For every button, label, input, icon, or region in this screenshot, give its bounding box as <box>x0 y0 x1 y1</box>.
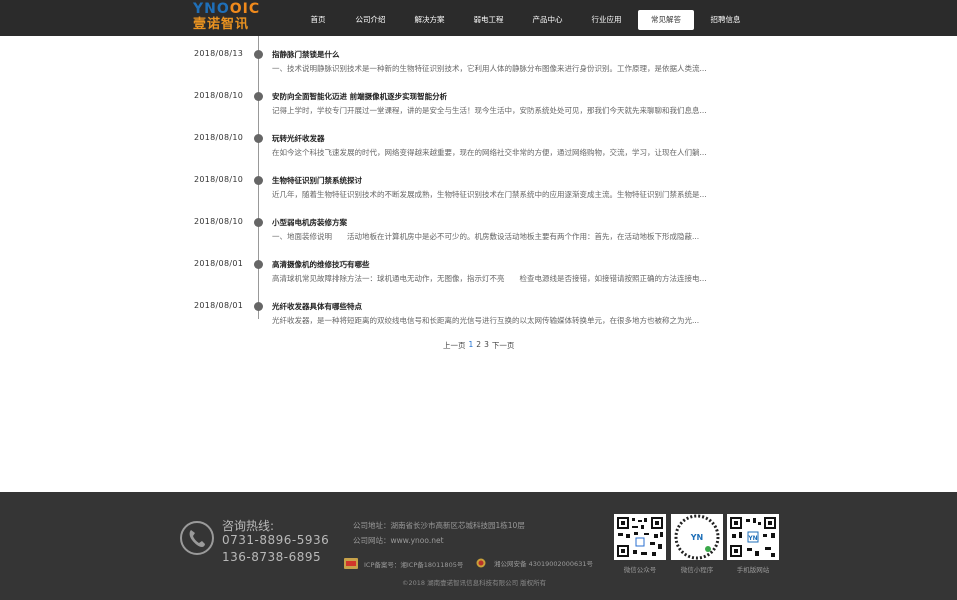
copyright: ©2018 湖南壹诺智讯信息科技有限公司 版权所有 <box>402 579 547 587</box>
qr-code-image <box>614 514 666 560</box>
svg-text:YN: YN <box>690 533 704 542</box>
qr-code-mini-program: YN <box>671 514 723 560</box>
article-item: 2018/08/10 小型弱电机房装修方案一、地面装修说明 活动地板在计算机房中是… <box>0 209 957 251</box>
svg-text:YN: YN <box>747 535 757 542</box>
article-title-link[interactable]: 指静脉门禁锁是什么 <box>272 49 340 60</box>
timeline-dot <box>254 50 263 59</box>
page-link-3[interactable]: 3 <box>484 340 489 351</box>
hotline-block: 咨询热线: 0731-8896-5936 136-8738-6895 <box>179 514 339 574</box>
qr-code-mobile-site: YN <box>727 514 779 560</box>
article-item: 2018/08/13 指静脉门禁锁是什么一、技术说明静脉识别技术是一种新的生物特征… <box>0 41 957 83</box>
hotline-label: 咨询热线: <box>222 519 275 533</box>
nav-item-2[interactable]: 解决方案 <box>402 10 457 30</box>
article-date: 2018/08/01 <box>194 259 244 268</box>
timeline-dot <box>254 134 263 143</box>
logo-text-en-2: OIC <box>229 1 261 17</box>
next-page-link[interactable]: 下一页 <box>492 340 515 351</box>
article-summary: 一、技术说明静脉识别技术是一种新的生物特征识别技术，它利用人体的静脉分布图像来进… <box>272 64 707 73</box>
logo-text-en-1: YNO <box>193 1 230 17</box>
nav-item-6[interactable]: 常见解答 <box>638 10 694 30</box>
hotline-phone-1: 0731-8896-5936 <box>222 533 330 547</box>
nav-item-0[interactable]: 首页 <box>297 10 339 30</box>
pagination: 上一页 1 2 3 下一页 <box>443 340 514 351</box>
icp-record[interactable]: ICP备案号：湘ICP备18011805号 <box>344 558 463 569</box>
nav-item-3[interactable]: 弱电工程 <box>461 10 516 30</box>
article-summary: 一、地面装修说明 活动地板在计算机房中是必不可少的。机房敷设活动地板主要有两个作… <box>272 232 700 241</box>
nav-item-4[interactable]: 产品中心 <box>520 10 575 30</box>
article-item: 2018/08/01 光纤收发器具体有哪些特点光纤收发器，是一种将短距离的双绞线电… <box>0 293 957 335</box>
mini-program-code-image: YN <box>671 514 723 560</box>
page-link-2[interactable]: 2 <box>476 340 481 351</box>
main-nav: 首页 公司介绍 解决方案 弱电工程 产品中心 行业应用 常见解答 招聘信息 <box>297 10 757 30</box>
nav-item-1[interactable]: 公司介绍 <box>343 10 398 30</box>
article-date: 2018/08/10 <box>194 133 244 142</box>
top-header: YNOOIC 壹诺智讯 首页 公司介绍 解决方案 弱电工程 产品中心 行业应用 常见解答 招聘… <box>0 0 957 36</box>
article-summary: 记得上学时，学校专门开展过一堂课程，讲的是安全与生活！现今生活中，安防系统处处可… <box>272 106 707 115</box>
article-title-link[interactable]: 生物特征识别门禁系统探讨 <box>272 175 362 186</box>
article-title-link[interactable]: 小型弱电机房装修方案 <box>272 217 347 228</box>
article-date: 2018/08/01 <box>194 301 244 310</box>
article-title-link[interactable]: 光纤收发器具体有哪些特点 <box>272 301 362 312</box>
article-date: 2018/08/13 <box>194 49 244 58</box>
article-item: 2018/08/01 高清摄像机的维修技巧有哪些高清球机常见故障排除方法一：球机通… <box>0 251 957 293</box>
article-summary: 在如今这个科技飞速发展的时代，网络变得越来越重要，现在的网络社交非常的方便，通过… <box>272 148 707 157</box>
page-link-1[interactable]: 1 <box>469 340 474 351</box>
timeline-dot <box>254 260 263 269</box>
article-title-link[interactable]: 高清摄像机的维修技巧有哪些 <box>272 259 370 270</box>
article-title-link[interactable]: 玩转光纤收发器 <box>272 133 325 144</box>
logo-text-cn: 壹诺智讯 <box>193 17 250 32</box>
article-title-link[interactable]: 安防向全面智能化迈进 前端摄像机逐步实现智能分析 <box>272 91 447 102</box>
article-summary: 高清球机常见故障排除方法一：球机通电无动作，无图像，指示灯不亮 检查电源线是否接… <box>272 274 707 283</box>
page: YNOOIC 壹诺智讯 首页 公司介绍 解决方案 弱电工程 产品中心 行业应用 常见解答 招聘… <box>0 0 957 600</box>
security-text: 湘公网安备 43019002000631号 <box>494 560 593 568</box>
police-badge-icon <box>476 558 486 568</box>
icp-text: ICP备案号：湘ICP备18011805号 <box>364 560 464 569</box>
article-date: 2018/08/10 <box>194 217 244 226</box>
qr-label-mobile-site: 手机版网站 <box>736 566 770 574</box>
article-date: 2018/08/10 <box>194 175 244 184</box>
article-summary: 近几年，随着生物特征识别技术的不断发展成熟，生物特征识别技术在门禁系统中的应用逐… <box>272 190 707 199</box>
timeline-dot <box>254 176 263 185</box>
nav-item-7[interactable]: 招聘信息 <box>698 10 753 30</box>
qr-code-image: YN <box>727 514 779 560</box>
timeline-dot <box>254 92 263 101</box>
article-item: 2018/08/10 玩转光纤收发器在如今这个科技飞速发展的时代，网络变得越来越重… <box>0 125 957 167</box>
logo[interactable]: YNOOIC 壹诺智讯 <box>193 2 263 34</box>
article-item: 2018/08/10 安防向全面智能化迈进 前端摄像机逐步实现智能分析记得上学时，… <box>0 83 957 125</box>
company-address: 公司地址：湖南省长沙市高新区芯城科技园1栋10层 <box>353 521 525 530</box>
nav-item-5[interactable]: 行业应用 <box>579 10 634 30</box>
hotline-phone-2: 136-8738-6895 <box>222 550 322 564</box>
icp-badge-icon <box>344 558 358 569</box>
qr-label-wechat-official: 微信公众号 <box>623 566 657 574</box>
public-security-record[interactable]: 湘公网安备 43019002000631号 <box>476 558 593 568</box>
qr-label-mini-program: 微信小程序 <box>680 566 714 574</box>
timeline-dot <box>254 218 263 227</box>
footer: 咨询热线: 0731-8896-5936 136-8738-6895 公司地址：… <box>0 492 957 600</box>
article-summary: 光纤收发器，是一种将短距离的双绞线电信号和长距离的光信号进行互换的以太网传输媒体… <box>272 316 700 325</box>
phone-icon <box>180 521 214 555</box>
timeline-dot <box>254 302 263 311</box>
prev-page-link[interactable]: 上一页 <box>443 340 466 351</box>
article-item: 2018/08/10 生物特征识别门禁系统探讨近几年，随着生物特征识别技术的不断发… <box>0 167 957 209</box>
company-website[interactable]: 公司网站：www.ynoo.net <box>353 535 444 546</box>
article-date: 2018/08/10 <box>194 91 244 100</box>
qr-code-wechat-official <box>614 514 666 560</box>
